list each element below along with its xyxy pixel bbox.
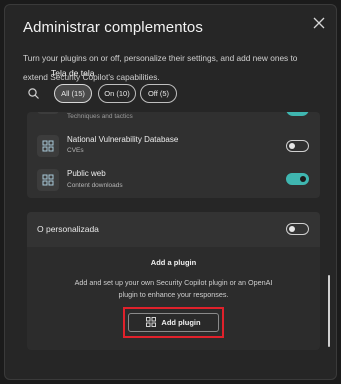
custom-section-toggle[interactable] [286,223,309,235]
plugin-grid-icon [37,135,59,157]
close-icon[interactable] [311,15,327,31]
scrollbar[interactable] [328,275,330,347]
plugin-name: National Vulnerability Database [67,135,179,144]
filter-all-label: All (15) [61,89,85,98]
search-icon[interactable] [27,87,41,101]
plugin-icon-partial [37,112,59,114]
filter-all[interactable]: All (15) [54,84,92,103]
filter-on-label: On (10) [104,89,130,98]
plugin-row-public-web: Public web Content downloads [27,167,320,195]
add-plugin-title: Add a plugin [150,258,197,267]
custom-section-label: O personalizada [37,224,99,234]
add-plugin-description: Add and set up your own Security Copilot… [74,278,273,299]
filter-off[interactable]: Off (5) [140,84,177,103]
plugin-list: Techniques and tactics National Vulnerab… [27,112,320,198]
plugin-subtitle: CVEs [67,147,84,154]
plugin-toggle-partial[interactable] [286,112,309,116]
plugin-row-nvd: National Vulnerability Database CVEs [27,132,320,160]
add-plugin-button[interactable]: Add plugin [128,313,219,332]
manage-plugins-dialog: Administrar complementos Turn your plugi… [4,4,337,380]
plugin-name: Public web [67,169,106,178]
plugin-subtitle: Content downloads [67,182,123,189]
plugin-subtitle-partial: Techniques and tactics [67,113,133,120]
add-plugin-panel: Add a plugin Add and set up your own Sec… [27,247,320,350]
plugin-toggle-public-web[interactable] [286,173,309,185]
highlight-frame: Add plugin [123,307,224,338]
filter-off-label: Off (5) [147,89,170,98]
dialog-title: Administrar complementos [23,19,203,36]
overlay-caption: Tela de tela [51,68,95,78]
filter-on[interactable]: On (10) [98,84,136,103]
plugin-grid-icon [37,169,59,191]
add-plugin-button-label: Add plugin [161,318,201,327]
custom-section-header: O personalizada [27,212,320,247]
plugin-toggle-nvd[interactable] [286,140,309,152]
plugin-grid-icon [146,316,157,329]
